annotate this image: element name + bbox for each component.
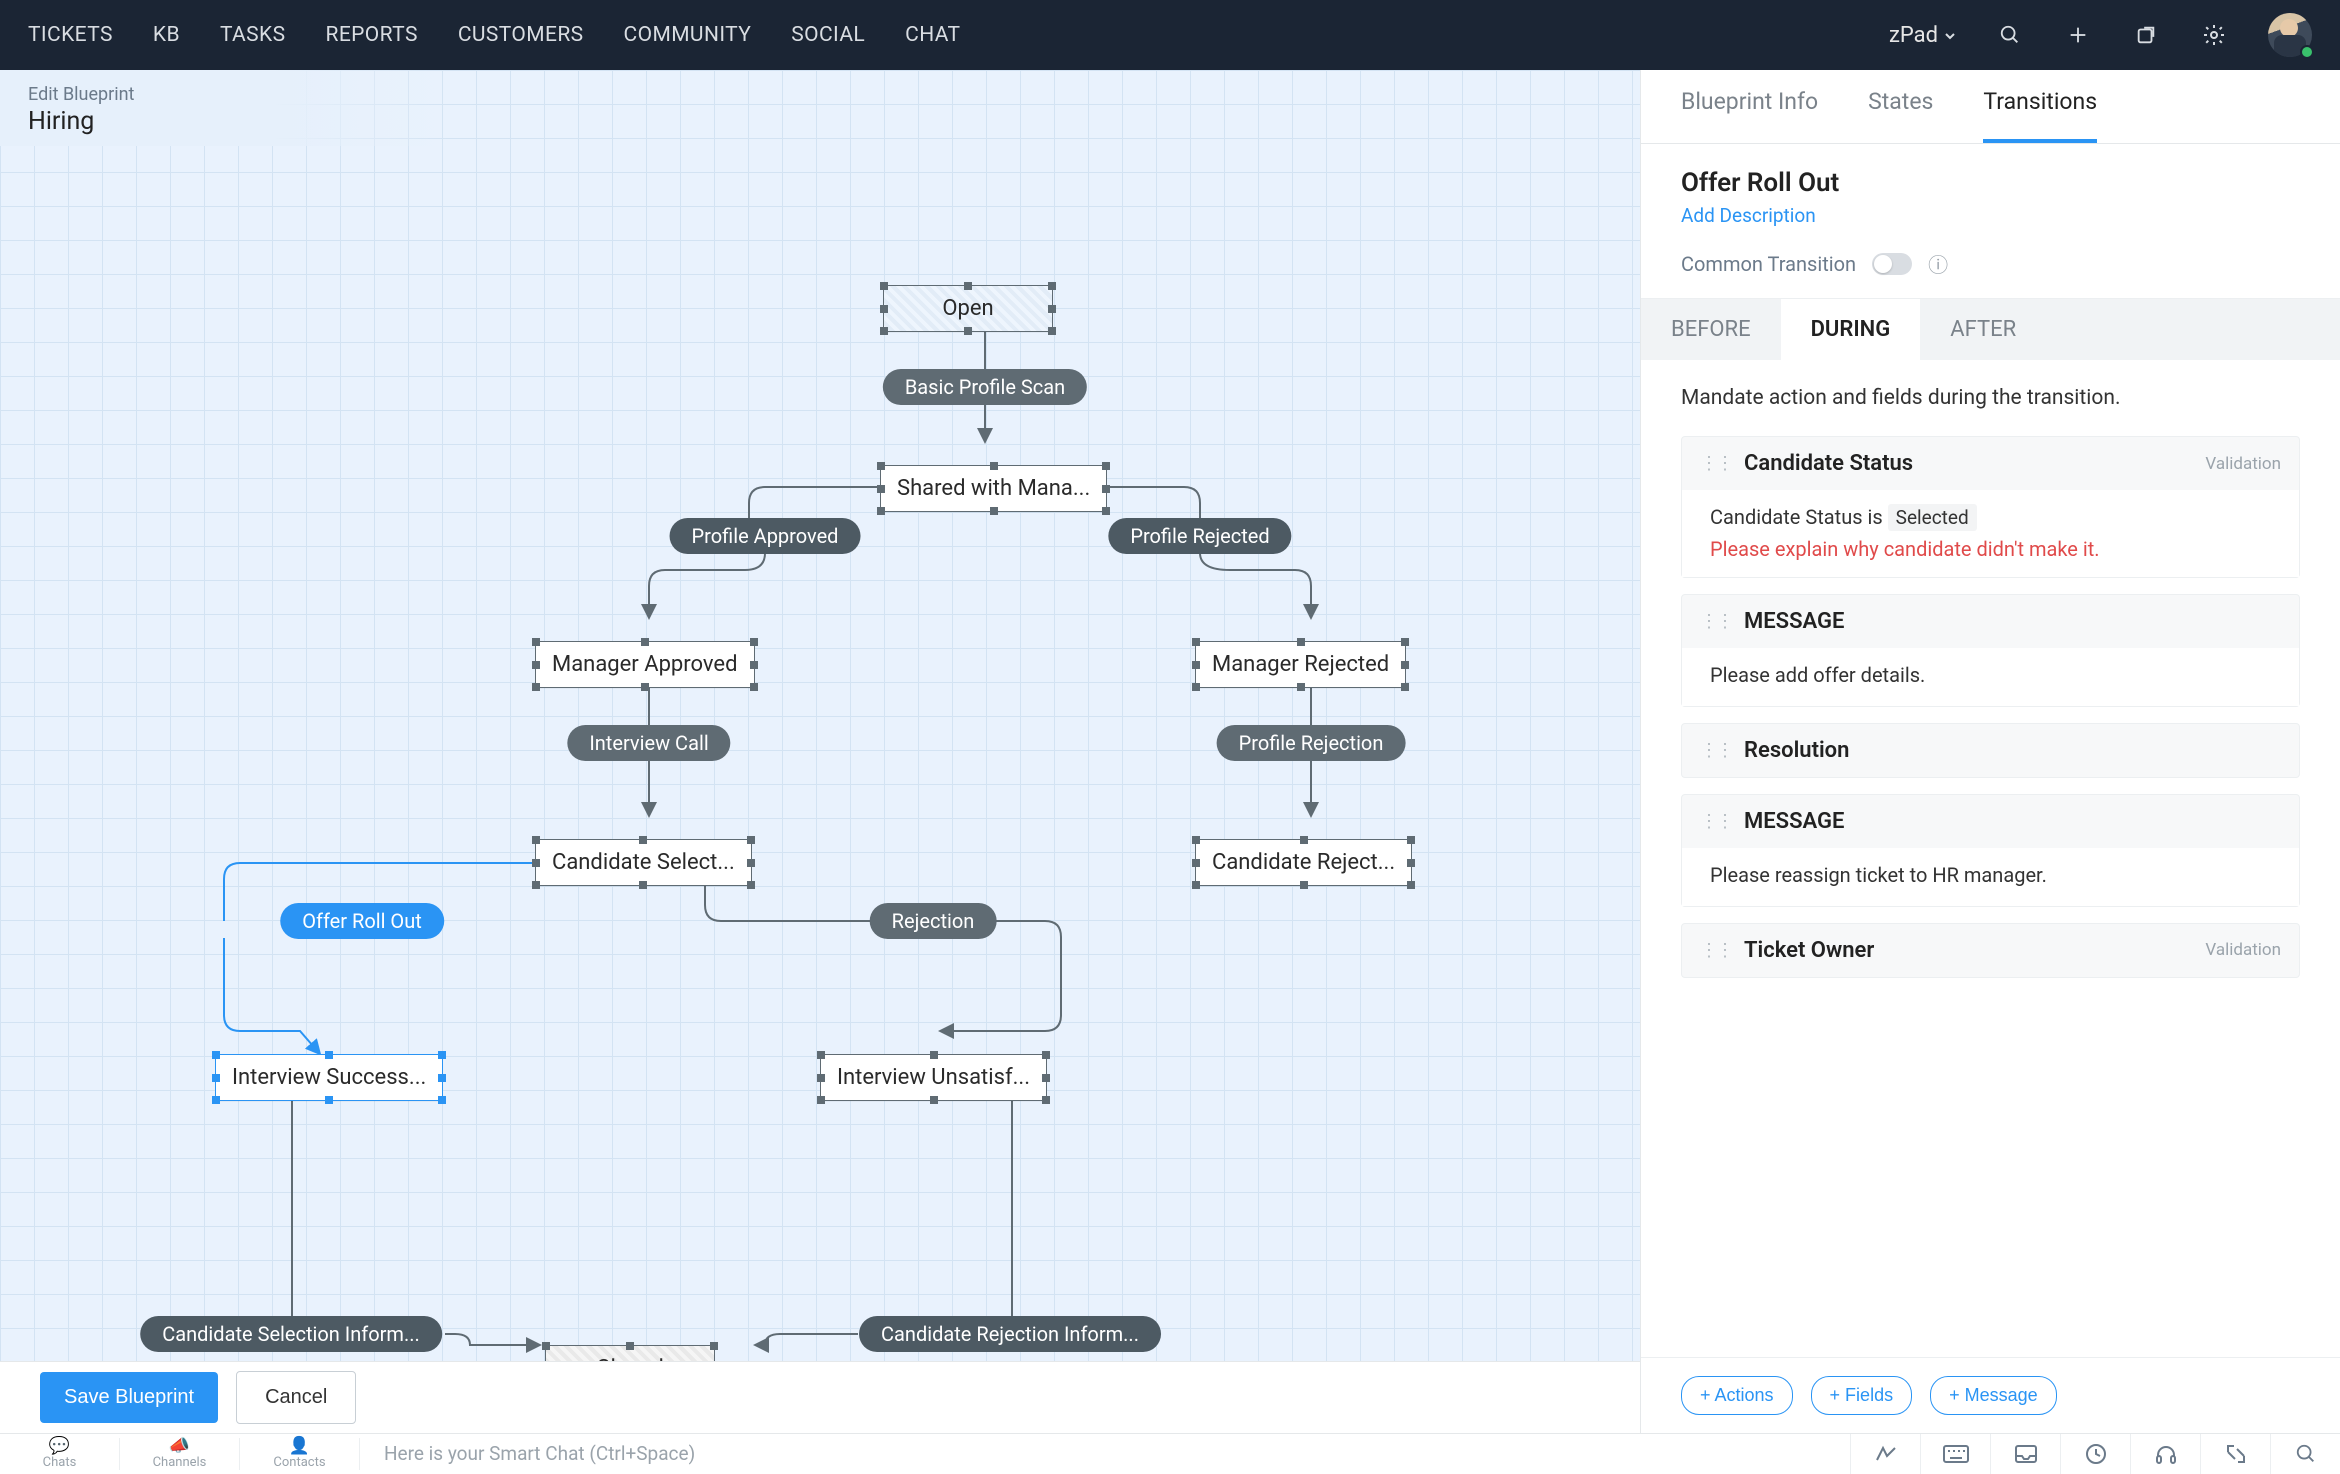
field-title: Candidate Status — [1744, 451, 2193, 476]
drag-handle-icon[interactable]: ⋮⋮ — [1700, 453, 1732, 474]
inbox-icon[interactable] — [1990, 1434, 2060, 1474]
panel-tab-blueprint-info[interactable]: Blueprint Info — [1681, 88, 1818, 143]
field-title: MESSAGE — [1744, 609, 2281, 634]
transition-pill-3[interactable]: Interview Call — [567, 725, 730, 761]
transition-pill-1[interactable]: Profile Approved — [670, 518, 861, 554]
field-block[interactable]: ⋮⋮Candidate StatusValidationCandidate St… — [1681, 436, 2300, 578]
zia-icon[interactable] — [1850, 1434, 1920, 1474]
transition-title: Offer Roll Out — [1681, 168, 2300, 198]
info-icon[interactable]: ⓘ — [1928, 249, 1948, 278]
keyboard-icon[interactable] — [1920, 1434, 1990, 1474]
presence-indicator — [2300, 45, 2314, 59]
footer--actionsbutton[interactable]: + Actions — [1681, 1376, 1793, 1415]
add-description-link[interactable]: Add Description — [1681, 204, 1816, 227]
popout-icon[interactable] — [2132, 21, 2160, 49]
state-node-int_succ[interactable]: Interview Success... — [215, 1054, 443, 1101]
state-node-int_unsat[interactable]: Interview Unsatisf... — [820, 1054, 1047, 1101]
blueprint-canvas[interactable]: Open Shared with Mana... Manager Approved M… — [0, 70, 1640, 1433]
page-title: Hiring — [28, 107, 422, 136]
nav-item-social[interactable]: SOCIAL — [791, 23, 865, 47]
phase-description: Mandate action and fields during the tra… — [1681, 386, 2300, 410]
drag-handle-icon[interactable]: ⋮⋮ — [1700, 740, 1732, 761]
transition-pill-5[interactable]: Offer Roll Out — [280, 903, 444, 939]
nav-item-community[interactable]: COMMUNITY — [624, 23, 752, 47]
state-node-mgr_app[interactable]: Manager Approved — [535, 641, 755, 688]
panel-tab-states[interactable]: States — [1868, 88, 1933, 143]
field-title: Ticket Owner — [1744, 938, 2193, 963]
bottom-tab-chats[interactable]: 💬Chats — [0, 1438, 120, 1470]
state-node-open[interactable]: Open — [883, 285, 1053, 332]
contacts-icon: 👤 — [289, 1438, 310, 1455]
cancel-button[interactable]: Cancel — [236, 1371, 356, 1424]
common-transition-toggle[interactable] — [1872, 253, 1912, 275]
side-panel: Blueprint Info States Transitions Offer Ro… — [1640, 70, 2340, 1433]
expand-icon[interactable] — [2200, 1434, 2270, 1474]
bottom-tab-contacts[interactable]: 👤Contacts — [240, 1438, 360, 1470]
validation-tag: Validation — [2205, 454, 2281, 474]
field-block[interactable]: ⋮⋮MESSAGEPlease add offer details. — [1681, 594, 2300, 707]
drag-handle-icon[interactable]: ⋮⋮ — [1700, 940, 1732, 961]
nav-item-customers[interactable]: CUSTOMERS — [458, 23, 584, 47]
save-button[interactable]: Save Blueprint — [40, 1372, 218, 1423]
search-icon[interactable] — [1996, 21, 2024, 49]
avatar[interactable] — [2268, 13, 2312, 57]
blueprint-canvas-area: Open Shared with Mana... Manager Approved M… — [0, 70, 1640, 1433]
nav-item-tickets[interactable]: TICKETS — [28, 23, 113, 47]
breadcrumb: Edit Blueprint Hiring — [0, 70, 450, 146]
gear-icon[interactable] — [2200, 21, 2228, 49]
state-node-mgr_rej[interactable]: Manager Rejected — [1195, 641, 1406, 688]
transition-pill-6[interactable]: Rejection — [870, 903, 997, 939]
phase-tab-before[interactable]: BEFORE — [1641, 299, 1781, 360]
nav-item-tasks[interactable]: TASKS — [220, 23, 286, 47]
footer--messagebutton[interactable]: + Message — [1930, 1376, 2057, 1415]
smart-chat-input[interactable]: Here is your Smart Chat (Ctrl+Space) — [360, 1442, 1850, 1465]
search-footer-icon[interactable] — [2270, 1434, 2340, 1474]
phase-tab-after[interactable]: AFTER — [1920, 299, 2046, 360]
field-block[interactable]: ⋮⋮ Resolution — [1681, 723, 2300, 778]
common-transition-label: Common Transition — [1681, 252, 1856, 276]
field-error: Please explain why candidate didn't make… — [1710, 537, 2271, 561]
field-title: Resolution — [1744, 738, 2281, 763]
chevron-down-icon — [1944, 23, 1956, 48]
validation-tag: Validation — [2205, 940, 2281, 960]
canvas-action-bar: Save Blueprint Cancel — [0, 1361, 1640, 1433]
transition-pill-2[interactable]: Profile Rejected — [1108, 518, 1291, 554]
footer--fieldsbutton[interactable]: + Fields — [1811, 1376, 1913, 1415]
field-block[interactable]: ⋮⋮ Ticket Owner Validation — [1681, 923, 2300, 978]
nav-item-chat[interactable]: CHAT — [905, 23, 960, 47]
top-nav: TICKETS KB TASKS REPORTS CUSTOMERS COMMUNITY S… — [0, 0, 2340, 70]
phase-tab-during[interactable]: DURING — [1781, 299, 1921, 360]
plus-icon[interactable] — [2064, 21, 2092, 49]
drag-handle-icon[interactable]: ⋮⋮ — [1700, 811, 1732, 832]
headset-icon[interactable] — [2130, 1434, 2200, 1474]
transition-pill-0[interactable]: Basic Profile Scan — [883, 369, 1087, 405]
panel-tab-transitions[interactable]: Transitions — [1983, 88, 2097, 143]
channels-icon: 📣 — [169, 1438, 190, 1455]
drag-handle-icon[interactable]: ⋮⋮ — [1700, 611, 1732, 632]
workspace-picker[interactable]: zPad — [1889, 23, 1956, 48]
bottom-tab-channels[interactable]: 📣Channels — [120, 1438, 240, 1470]
state-node-shared[interactable]: Shared with Mana... — [880, 465, 1107, 512]
field-title: MESSAGE — [1744, 809, 2281, 834]
chats-icon: 💬 — [49, 1438, 70, 1455]
breadcrumb-label: Edit Blueprint — [28, 84, 422, 105]
transition-pill-7[interactable]: Candidate Selection Inform... — [140, 1316, 442, 1352]
transition-pill-8[interactable]: Candidate Rejection Inform... — [859, 1316, 1161, 1352]
clock-icon[interactable] — [2060, 1434, 2130, 1474]
nav-item-kb[interactable]: KB — [153, 23, 180, 47]
nav-item-reports[interactable]: REPORTS — [325, 23, 417, 47]
state-node-cand_rej[interactable]: Candidate Reject... — [1195, 839, 1412, 886]
state-node-cand_sel[interactable]: Candidate Select... — [535, 839, 752, 886]
transition-pill-4[interactable]: Profile Rejection — [1217, 725, 1406, 761]
bottom-bar: 💬Chats📣Channels👤Contacts Here is your Sm… — [0, 1433, 2340, 1473]
field-block[interactable]: ⋮⋮MESSAGEPlease reassign ticket to HR ma… — [1681, 794, 2300, 907]
